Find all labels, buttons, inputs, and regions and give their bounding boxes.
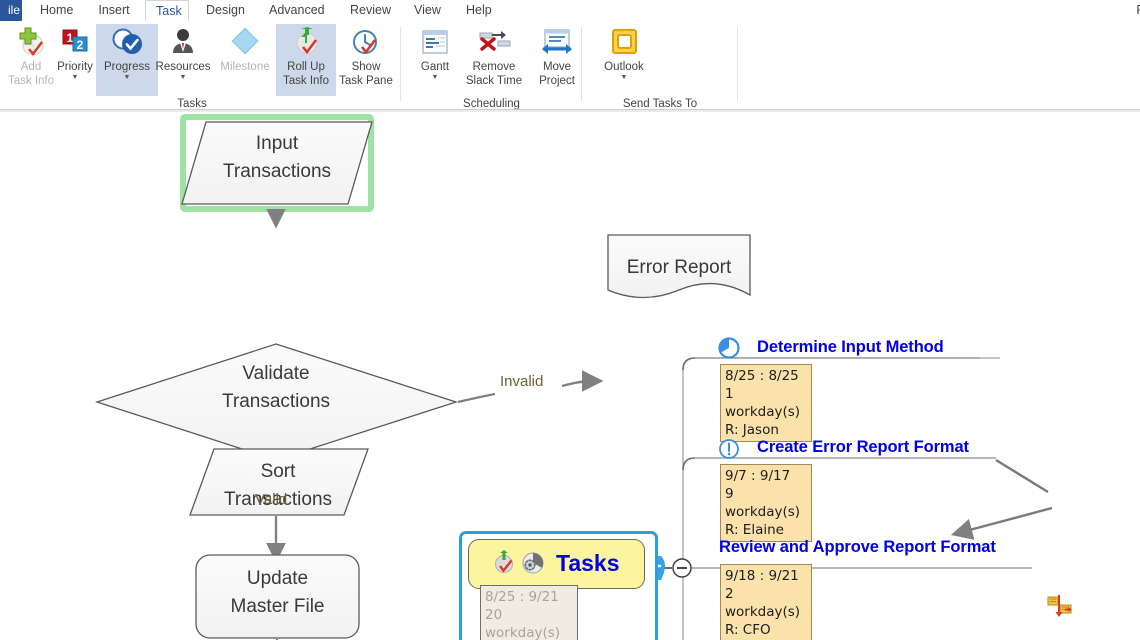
priority-alert-icon (718, 438, 740, 460)
ribbon-button-label: Outlook (604, 61, 644, 73)
tab-home[interactable]: Home (30, 0, 82, 21)
ribbon-group-divider-2 (581, 27, 582, 101)
chevron-down-icon[interactable]: ▼ (96, 74, 158, 82)
ribbon: Add Task Info 1 2 Priority ▼ Progress ▼ … (0, 21, 1140, 112)
ribbon-button-roll-up-task-info[interactable]: Roll Up Task Info (276, 24, 336, 96)
outlook-icon (593, 26, 655, 60)
progress-pie-icon (519, 550, 545, 576)
ribbon-button-label2: Task Pane (339, 75, 393, 87)
tab-design[interactable]: Design (196, 0, 252, 21)
ribbon-button-gantt[interactable]: Gantt ▼ (404, 24, 466, 96)
edge-label-valid: Valid (255, 491, 288, 508)
ribbon-group-divider-3 (737, 27, 738, 101)
ribbon-button-progress[interactable]: Progress ▼ (96, 24, 158, 96)
roll-up-icon (276, 26, 336, 60)
move-project-icon (526, 26, 588, 60)
milestone-icon (214, 26, 276, 60)
ribbon-button-label2: Slack Time (465, 75, 523, 87)
ribbon-button-label: Resources (155, 61, 211, 73)
ribbon-button-label: Remove (472, 61, 516, 73)
ribbon-group-send-tasks-to: Outlook ▼ Send Tasks To (585, 21, 735, 111)
callout-line-resource: R: CFO (725, 622, 771, 638)
ribbon-group-divider-1 (400, 27, 401, 101)
roll-up-task-info-icon (491, 550, 517, 576)
callout-line-duration: 20 workday(s) (485, 607, 561, 640)
edge-label-invalid: Invalid (500, 373, 544, 390)
remove-slack-icon (458, 26, 530, 60)
mindmap-center-callout: 8/25 : 9/21 20 workday(s) (480, 585, 578, 640)
chevron-down-icon[interactable]: ▼ (152, 74, 214, 82)
mindmap-title-review-and-approve-report-format[interactable]: Review and Approve Report Format (719, 538, 996, 557)
tab-advanced[interactable]: Advanced (259, 0, 329, 21)
ribbon-button-label: Show (351, 61, 381, 73)
finish-to-start-link-icon[interactable] (1046, 593, 1074, 621)
mindmap-callout-create-error-report-format: 9/7 : 9/17 9 workday(s) R: Elaine (720, 464, 812, 542)
ribbon-button-milestone[interactable]: Milestone (214, 24, 276, 96)
mindmap-center-label: Tasks (556, 550, 620, 576)
mindmap-title-determine-input-method[interactable]: Determine Input Method (757, 338, 944, 357)
ribbon-group-scheduling: Gantt ▼ Remove Slack Time Move Project S… (404, 21, 579, 111)
callout-line-duration: 1 workday(s) (725, 386, 801, 420)
ribbon-button-label2: Task Info (282, 75, 330, 87)
progress-pie-icon (718, 337, 740, 359)
chevron-down-icon[interactable]: ▼ (404, 74, 466, 82)
tab-task[interactable]: Task (145, 0, 189, 22)
callout-line-dates: 8/25 : 9/21 (485, 589, 559, 605)
gantt-icon (404, 26, 466, 60)
callout-line-duration: 9 workday(s) (725, 486, 801, 520)
ribbon-tab-bar: ile Home Insert Task Design Advanced Rev… (0, 0, 1140, 22)
tab-format-partial[interactable]: F (1136, 0, 1140, 21)
ribbon-button-label: Milestone (220, 61, 270, 73)
callout-line-dates: 8/25 : 8/25 (725, 368, 799, 384)
ribbon-button-label2: Project (539, 75, 575, 87)
show-task-pane-icon (336, 26, 396, 60)
progress-icon (96, 26, 158, 60)
callout-line-dates: 9/18 : 9/21 (725, 568, 799, 584)
ribbon-button-label: Move (542, 61, 572, 73)
ribbon-button-show-task-pane[interactable]: Show Task Pane (336, 24, 396, 96)
mindmap-callout-review-and-approve-report-format: 9/18 : 9/21 2 workday(s) R: CFO (720, 564, 812, 640)
ribbon-button-remove-slack-time[interactable]: Remove Slack Time (458, 24, 530, 96)
callout-line-duration: 2 workday(s) (725, 586, 801, 620)
tab-view[interactable]: View (404, 0, 448, 21)
tab-file[interactable]: ile (0, 0, 22, 21)
ribbon-button-label: Roll Up (287, 61, 325, 73)
mindmap-title-create-error-report-format[interactable]: Create Error Report Format (757, 438, 969, 457)
ribbon-button-label: Progress (103, 61, 151, 73)
ribbon-button-move-project[interactable]: Move Project (526, 24, 588, 96)
ribbon-group-tasks: Add Task Info 1 2 Priority ▼ Progress ▼ … (0, 21, 400, 111)
svg-text:2: 2 (77, 38, 84, 52)
tab-insert[interactable]: Insert (88, 0, 140, 21)
resources-icon (152, 26, 214, 60)
ribbon-button-label: Gantt (420, 61, 450, 73)
tab-review[interactable]: Review (340, 0, 398, 21)
mindmap-callout-determine-input-method: 8/25 : 8/25 1 workday(s) R: Jason (720, 364, 812, 442)
callout-line-resource: R: Jason (725, 422, 779, 438)
tab-help[interactable]: Help (456, 0, 500, 21)
diagram-canvas[interactable]: Input Transactions Validate Transactions… (0, 112, 1140, 640)
chevron-down-icon[interactable]: ▼ (593, 74, 655, 82)
ribbon-button-resources[interactable]: Resources ▼ (152, 24, 214, 96)
ribbon-button-outlook[interactable]: Outlook ▼ (593, 24, 655, 96)
callout-line-resource: R: Elaine (725, 522, 784, 538)
callout-line-dates: 9/7 : 9/17 (725, 468, 791, 484)
